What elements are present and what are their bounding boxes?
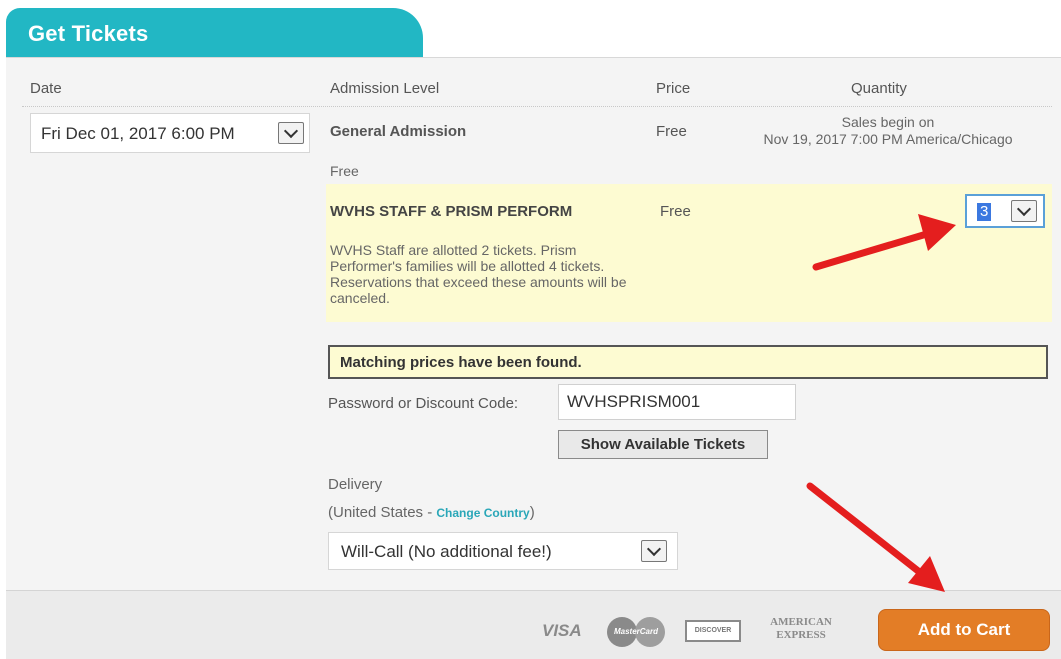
mastercard-icon: MasterCard (607, 617, 665, 647)
sales-begin-line2: Nov 19, 2017 7:00 PM America/Chicago (763, 131, 1013, 147)
column-header-date: Date (30, 80, 62, 97)
staff-desc-line: canceled. (330, 290, 390, 306)
match-message: Matching prices have been found. (340, 354, 582, 371)
discover-icon: DISCOVER (685, 620, 741, 642)
delivery-country-line: (United States - Change Country) (328, 504, 535, 521)
column-header-price: Price (656, 80, 691, 97)
sales-begin-line1: Sales begin on (841, 114, 935, 130)
quantity-select[interactable]: 3 (965, 194, 1045, 228)
staff-ticket-name: WVHS STAFF & PRISM PERFORM (330, 203, 573, 220)
mastercard-label: MasterCard (613, 627, 658, 636)
tab-title: Get Tickets (28, 21, 149, 46)
staff-ticket-description: WVHS Staff are allotted 2 tickets. Prism… (330, 242, 730, 306)
change-country-link[interactable]: Change Country (436, 506, 529, 520)
match-message-box: Matching prices have been found. (328, 345, 1048, 379)
show-available-tickets-button[interactable]: Show Available Tickets (558, 430, 768, 459)
get-tickets-tab: Get Tickets (6, 8, 423, 58)
delivery-select-value: Will-Call (No additional fee!) (341, 542, 552, 561)
discount-code-label: Password or Discount Code: (328, 395, 519, 412)
amex-icon: AMERICAN EXPRESS (756, 616, 846, 642)
chevron-down-icon[interactable] (641, 540, 667, 562)
country-prefix: (United States - (328, 504, 437, 521)
date-select[interactable]: Fri Dec 01, 2017 6:00 PM (30, 113, 310, 153)
delivery-select[interactable]: Will-Call (No additional fee!) (328, 532, 678, 570)
general-admission-price: Free (656, 123, 687, 140)
general-admission-free-label: Free (330, 163, 359, 179)
chevron-down-icon[interactable] (278, 122, 304, 144)
column-header-quantity: Quantity (851, 80, 907, 97)
staff-desc-line: WVHS Staff are allotted 2 tickets. Prism (330, 242, 577, 258)
staff-desc-line: Reservations that exceed these amounts w… (330, 274, 627, 290)
header-divider (22, 106, 1052, 107)
staff-ticket-price: Free (660, 203, 691, 220)
delivery-label: Delivery (328, 476, 383, 493)
country-suffix: ) (529, 504, 535, 521)
visa-icon: VISA (542, 621, 582, 640)
general-admission-name: General Admission (330, 123, 467, 140)
add-to-cart-button[interactable]: Add to Cart (878, 609, 1050, 651)
amex-line1: AMERICAN (770, 616, 832, 628)
staff-desc-line: Performer's families will be allotted 4 … (330, 258, 605, 274)
chevron-down-icon[interactable] (1011, 200, 1037, 222)
quantity-select-value: 3 (977, 203, 992, 221)
discount-code-input[interactable] (558, 384, 796, 420)
date-select-value: Fri Dec 01, 2017 6:00 PM (41, 124, 235, 143)
amex-line2: EXPRESS (776, 629, 826, 641)
column-header-admission: Admission Level (330, 80, 440, 97)
sales-begin-note: Sales begin on Nov 19, 2017 7:00 PM Amer… (720, 114, 1056, 148)
